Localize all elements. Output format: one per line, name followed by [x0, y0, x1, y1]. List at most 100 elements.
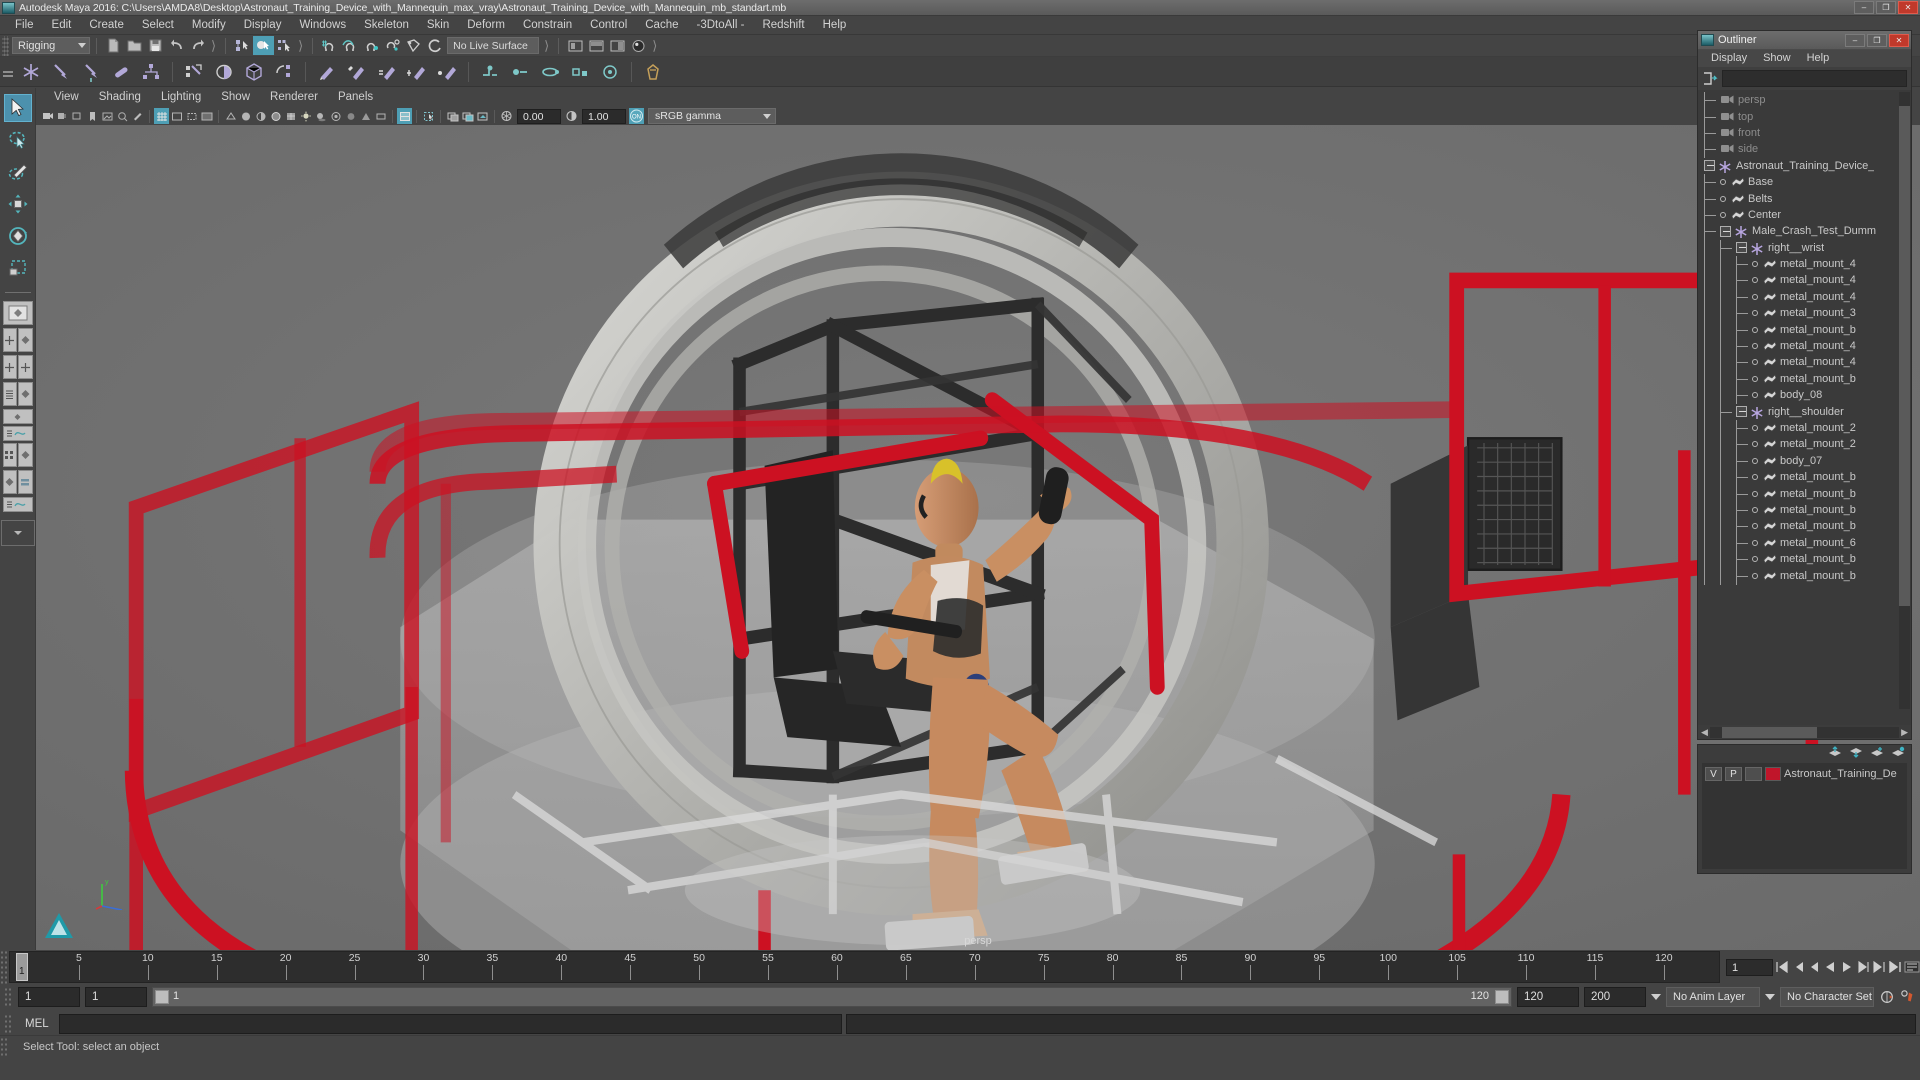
toolbar-collapse-arrow[interactable]: ⟩: [541, 38, 552, 54]
mel-input[interactable]: [58, 1013, 842, 1034]
snap-to-curve-icon[interactable]: [340, 36, 361, 55]
interactive-bind-icon[interactable]: [239, 58, 269, 86]
outliner-item[interactable]: metal_mount_b: [1698, 321, 1911, 339]
select-by-hierarchy-icon[interactable]: [232, 36, 253, 55]
viewport-menu-show[interactable]: Show: [211, 88, 260, 107]
copy-weights-icon[interactable]: [342, 58, 372, 86]
scrollbar-thumb[interactable]: [1899, 106, 1910, 606]
outliner-maximize-button[interactable]: ❐: [1867, 33, 1887, 47]
step-back-frame-icon[interactable]: [1807, 959, 1821, 975]
menu-file[interactable]: File: [6, 16, 43, 35]
new-scene-icon[interactable]: [103, 36, 124, 55]
hammer-weights-icon[interactable]: [432, 58, 462, 86]
outliner-item[interactable]: metal_mount_4: [1698, 354, 1911, 372]
menu-help[interactable]: Help: [814, 16, 856, 35]
command-line-grip[interactable]: [4, 1013, 13, 1034]
expand-toggle-icon[interactable]: [1736, 242, 1747, 254]
scale-constraint-icon[interactable]: [565, 58, 595, 86]
outliner-item[interactable]: metal_mount_b: [1698, 485, 1911, 503]
hscroll-thumb[interactable]: [1721, 726, 1817, 738]
menu-control[interactable]: Control: [581, 16, 636, 35]
smooth-shade-selected-icon[interactable]: [253, 108, 268, 124]
lock-camera-icon[interactable]: [55, 108, 70, 124]
persp-only-layout[interactable]: [18, 382, 33, 406]
isolate-select-icon[interactable]: [421, 108, 436, 124]
outliner-item[interactable]: metal_mount_2: [1698, 420, 1911, 437]
image-plane-icon[interactable]: [100, 108, 115, 124]
outliner-item[interactable]: Male_Crash_Test_Dumm: [1698, 223, 1911, 241]
snap-to-view-plane-icon[interactable]: [403, 36, 424, 55]
gamma-icon[interactable]: [564, 108, 579, 124]
outliner-item[interactable]: persp: [1698, 92, 1911, 110]
range-slider[interactable]: 1 120: [152, 987, 1512, 1007]
menu-select[interactable]: Select: [133, 16, 183, 35]
play-backwards-icon[interactable]: [1823, 959, 1837, 975]
menu-3dtoall[interactable]: -3DtoAll -: [688, 16, 754, 35]
time-slider[interactable]: 1 5 10 15 20 25 30 35 40 45 50 55 60 65 70 75 80 85 90 95 1…: [9, 951, 1720, 983]
smooth-shade-all-icon[interactable]: [238, 108, 253, 124]
ik-spline-handle-icon[interactable]: [76, 58, 106, 86]
depth-of-field-icon[interactable]: [373, 108, 388, 124]
outliner-item[interactable]: body_08: [1698, 387, 1911, 405]
paint-select-tool[interactable]: [4, 158, 32, 186]
new-layer-from-selected-icon[interactable]: [1891, 746, 1905, 761]
viewport-menu-lighting[interactable]: Lighting: [151, 88, 211, 107]
save-scene-icon[interactable]: [145, 36, 166, 55]
persp-attributes-layout[interactable]: [18, 470, 33, 494]
viewport-menu-shading[interactable]: Shading: [89, 88, 151, 107]
time-slider-grip[interactable]: [0, 950, 9, 984]
outliner-item[interactable]: Base: [1698, 174, 1911, 192]
menu-create[interactable]: Create: [80, 16, 133, 35]
render-settings-icon[interactable]: [607, 36, 628, 55]
outliner-item[interactable]: metal_mount_4: [1698, 288, 1911, 306]
texture-display-icon[interactable]: [283, 108, 298, 124]
ik-handle-icon[interactable]: [46, 58, 76, 86]
move-layer-up-icon[interactable]: [1828, 745, 1842, 761]
outliner-item[interactable]: metal_mount_4: [1698, 338, 1911, 356]
layer-row[interactable]: V P Astronaut_Training_De: [1702, 766, 1907, 782]
resolution-gate-icon[interactable]: [184, 108, 199, 124]
outliner-item[interactable]: metal_mount_2: [1698, 436, 1911, 454]
layer-type-toggle[interactable]: [1745, 767, 1762, 781]
gamma-field[interactable]: 1.00: [582, 108, 626, 124]
shelf-handle[interactable]: [0, 58, 16, 86]
outliner-item[interactable]: Astronaut_Training_Device_: [1698, 158, 1911, 174]
layer-color-swatch[interactable]: [1765, 767, 1781, 781]
expand-toggle-icon[interactable]: [1720, 225, 1731, 237]
bind-skin-icon[interactable]: [179, 58, 209, 86]
go-to-end-icon[interactable]: [1888, 959, 1902, 975]
persp-layout[interactable]: [18, 328, 33, 352]
move-layer-down-icon[interactable]: [1849, 746, 1863, 761]
outliner-item[interactable]: metal_mount_b: [1698, 501, 1911, 519]
outliner-item[interactable]: metal_mount_b: [1698, 551, 1911, 569]
menu-skeleton[interactable]: Skeleton: [355, 16, 418, 35]
outliner-persp-layout[interactable]: [2, 382, 17, 406]
insert-joint-icon[interactable]: [106, 58, 136, 86]
outliner-menu-display[interactable]: Display: [1703, 50, 1755, 67]
gate-mask-icon[interactable]: [199, 108, 214, 124]
persp-graph-editor-layout[interactable]: [2, 426, 33, 441]
select-camera-icon[interactable]: [40, 108, 55, 124]
bookmark-icon[interactable]: [85, 108, 100, 124]
redo-icon[interactable]: [187, 36, 208, 55]
multisample-aa-icon[interactable]: [358, 108, 373, 124]
character-set-select[interactable]: No Character Set: [1780, 987, 1874, 1007]
hypershade-icon[interactable]: [628, 36, 649, 55]
undo-icon[interactable]: [166, 36, 187, 55]
move-tool[interactable]: [4, 190, 32, 218]
layer-playback-toggle[interactable]: P: [1725, 767, 1742, 781]
outliner-close-button[interactable]: ✕: [1889, 33, 1909, 47]
step-forward-key-icon[interactable]: [1872, 959, 1886, 975]
menu-modify[interactable]: Modify: [183, 16, 235, 35]
menu-constrain[interactable]: Constrain: [514, 16, 581, 35]
viewport-menu-view[interactable]: View: [44, 88, 89, 107]
range-end-field[interactable]: 120: [1517, 987, 1579, 1007]
two-d-pan-zoom-icon[interactable]: [115, 108, 130, 124]
select-tool[interactable]: [3, 94, 32, 122]
ipr-render-icon[interactable]: [586, 36, 607, 55]
outliner-item[interactable]: metal_mount_b: [1698, 518, 1911, 536]
paint-weights-icon[interactable]: [312, 58, 342, 86]
select-by-component-icon[interactable]: [274, 36, 295, 55]
current-frame-field[interactable]: 1: [1726, 958, 1773, 976]
time-cursor[interactable]: 1: [16, 953, 28, 981]
